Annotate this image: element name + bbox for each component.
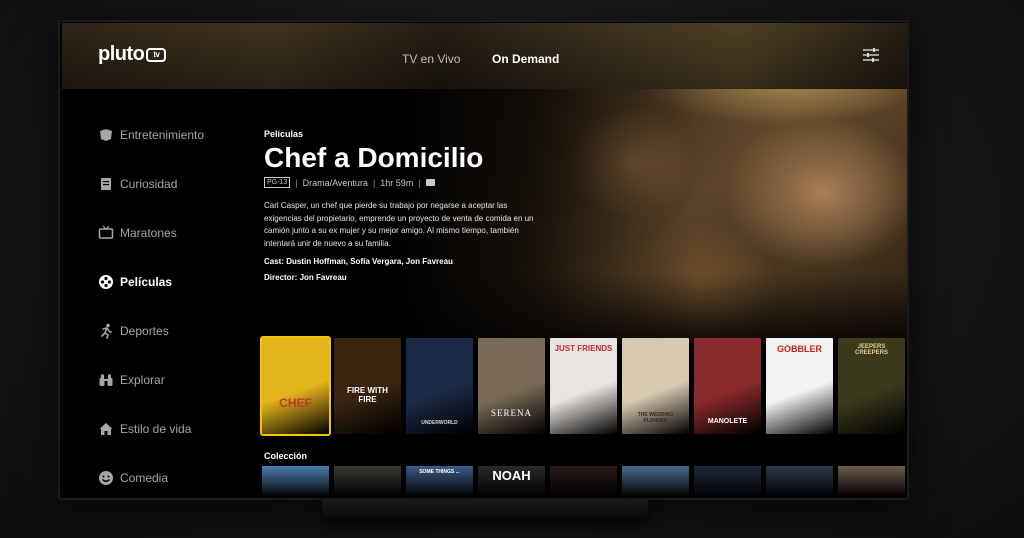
- sidebar-item-explorar[interactable]: Explorar: [98, 369, 165, 391]
- cast-line: Cast: Dustin Hoffman, Sofía Vergara, Jon…: [264, 257, 453, 266]
- poster-bg: [478, 338, 545, 434]
- collection-card[interactable]: [262, 466, 329, 497]
- synopsis: Carl Casper, un chef que pierde su traba…: [264, 201, 534, 248]
- collection-card[interactable]: [766, 466, 833, 497]
- collection-card[interactable]: [838, 466, 905, 497]
- poster-bg: [262, 338, 329, 434]
- duration: 1hr 59m: [380, 177, 414, 188]
- poster-title: CHEF: [279, 396, 312, 410]
- genre: Drama/Aventura: [302, 177, 368, 188]
- collection-card[interactable]: [622, 466, 689, 497]
- entertainment-icon: [100, 129, 112, 141]
- sidebar-item-peliculas[interactable]: Películas: [98, 271, 172, 293]
- sidebar-item-deportes[interactable]: Deportes: [98, 320, 169, 342]
- poster-card[interactable]: CHEF: [260, 336, 331, 436]
- collection-card[interactable]: [694, 466, 761, 497]
- poster-title: JEEPERS CREEPERS: [854, 344, 888, 356]
- sidebar-item-label: Películas: [120, 275, 173, 289]
- poster-card[interactable]: JUST FRIENDS: [550, 338, 617, 434]
- sidebar-item-entretenimiento[interactable]: Entretenimiento: [98, 124, 204, 146]
- sidebar-item-label: Entretenimiento: [120, 128, 205, 142]
- sidebar-item-label: Curiosidad: [120, 177, 178, 191]
- movie-title: Chef a Domicilio: [264, 142, 484, 173]
- sidebar-item-comedia[interactable]: Comedia: [98, 467, 168, 489]
- poster-card[interactable]: JEEPERS CREEPERS: [838, 338, 905, 434]
- collection-card[interactable]: NOAH: [478, 466, 545, 497]
- credits: Cast: Dustin Hoffman, Sofía Vergara, Jon…: [264, 254, 564, 286]
- topbar-dim: [62, 23, 907, 89]
- director-line: Director: Jon Favreau: [264, 273, 347, 282]
- collection-card[interactable]: SOME THINGS ...: [406, 466, 473, 497]
- tab-on-demand[interactable]: On Demand: [492, 52, 559, 66]
- poster-title: JUST FRIENDS: [554, 344, 613, 353]
- binoculars-icon: [99, 374, 113, 386]
- sidebar-item-label: Maratones: [120, 226, 177, 240]
- poster-title: SERENA: [490, 408, 532, 418]
- sidebar-item-label: Estilo de vida: [120, 422, 192, 436]
- poster-title: MANOLETE: [707, 418, 748, 425]
- poster-title: THE WEDDING PLANNER: [637, 412, 674, 424]
- collection-card[interactable]: [334, 466, 401, 497]
- collection-card-title: NOAH: [492, 468, 531, 483]
- collection-row: SOME THINGS ... NOAH: [262, 466, 907, 497]
- category-label: Películas: [264, 129, 304, 139]
- film-reel-icon: [99, 275, 113, 289]
- logo-text: pluto: [98, 43, 145, 65]
- pluto-logo[interactable]: pluto tv: [98, 43, 167, 66]
- collection-card-title: SOME THINGS ...: [419, 469, 460, 475]
- runner-icon: [101, 323, 112, 339]
- sidebar-item-label: Deportes: [120, 324, 169, 338]
- sidebar-item-label: Explorar: [120, 373, 165, 387]
- poster-title: UNDERWORLD: [421, 420, 458, 426]
- movie-meta: PG-13 | Drama/Aventura | 1hr 59m |: [264, 177, 564, 188]
- tv-icon: [98, 225, 114, 239]
- meta-separator: |: [418, 177, 421, 188]
- poster-card[interactable]: SERENA: [478, 338, 545, 434]
- logo-tv-badge: tv: [146, 47, 167, 62]
- sidebar-item-maratones[interactable]: Maratones: [98, 222, 177, 244]
- movie-details: Películas Chef a Domicilio PG-13 | Drama…: [264, 129, 564, 286]
- tab-tv-en-vivo[interactable]: TV en Vivo: [402, 52, 460, 66]
- sidebar-item-curiosidad[interactable]: Curiosidad: [98, 173, 177, 195]
- meta-separator: |: [295, 177, 298, 188]
- poster-card[interactable]: MANOLETE: [694, 338, 761, 434]
- home-icon: [99, 423, 113, 435]
- collection-card[interactable]: [550, 466, 617, 497]
- rating-badge: PG-13: [264, 177, 291, 188]
- poster-title: FIRE WITH FIRE: [347, 386, 388, 404]
- collection-heading: Colección: [264, 451, 308, 461]
- poster-row: CHEF FIRE WITH FIRE UNDERWORLD SERENA JU…: [260, 336, 907, 438]
- poster-title: GOBBLER: [777, 344, 822, 354]
- closed-captions-icon: [425, 179, 435, 186]
- settings-sliders-icon[interactable]: [862, 47, 880, 63]
- smiley-icon: [99, 471, 113, 485]
- meta-separator: |: [372, 177, 376, 188]
- sidebar-item-estilo-de-vida[interactable]: Estilo de vida: [98, 418, 191, 440]
- sidebar-item-label: Comedia: [120, 471, 169, 485]
- poster-card[interactable]: THE WEDDING PLANNER: [622, 338, 689, 434]
- tv-stand: [322, 500, 648, 518]
- screen: pluto tv TV en Vivo On Demand Entretenim…: [62, 23, 907, 497]
- poster-card[interactable]: UNDERWORLD: [406, 338, 473, 434]
- poster-card[interactable]: FIRE WITH FIRE: [334, 338, 401, 434]
- book-icon: [101, 178, 111, 190]
- poster-card[interactable]: GOBBLER: [766, 338, 833, 434]
